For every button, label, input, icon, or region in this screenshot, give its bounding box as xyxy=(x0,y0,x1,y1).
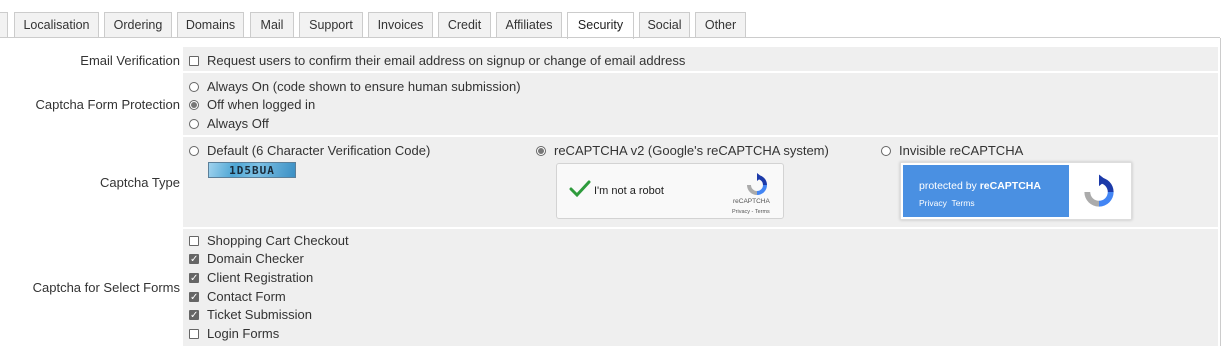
form-option-label: Client Registration xyxy=(207,270,314,285)
email-verification-label: Email Verification xyxy=(80,53,180,68)
form-option-label: Ticket Submission xyxy=(207,307,312,322)
captcha-type-option-invisible[interactable]: Invisible reCAPTCHA xyxy=(881,142,1023,160)
form-option-ticket-submission[interactable]: Ticket Submission xyxy=(189,306,312,325)
tab-support[interactable]: Support xyxy=(299,12,363,37)
invisible-badge-text-area: protected by reCAPTCHA Privacy Terms xyxy=(903,165,1069,217)
form-checkbox-ticket-submission[interactable] xyxy=(189,307,199,325)
captcha-type-radio-recaptcha-v2[interactable] xyxy=(536,146,546,156)
invisible-brand: reCAPTCHA xyxy=(979,180,1041,192)
captcha-type-radio-invisible[interactable] xyxy=(881,146,891,156)
protection-option-always-off[interactable]: Always Off xyxy=(189,115,269,133)
form-option-label: Contact Form xyxy=(207,289,286,304)
invisible-links: Privacy Terms xyxy=(919,198,975,208)
protection-radio-always-on[interactable] xyxy=(189,82,199,92)
form-option-contact-form[interactable]: Contact Form xyxy=(189,288,286,307)
protection-option-label: Off when logged in xyxy=(207,97,316,112)
captcha-type-radio-default[interactable] xyxy=(189,146,199,156)
email-verification-option[interactable]: Request users to confirm their email add… xyxy=(189,52,685,70)
form-checkbox-contact-form[interactable] xyxy=(189,289,199,307)
email-verification-text: Request users to confirm their email add… xyxy=(207,53,686,68)
invisible-recaptcha-badge[interactable]: protected by reCAPTCHA Privacy Terms xyxy=(900,162,1132,220)
tab-domains[interactable]: Domains xyxy=(177,12,244,37)
email-verification-checkbox[interactable] xyxy=(189,56,199,66)
tab-ordering[interactable]: Ordering xyxy=(104,12,172,37)
captcha-select-forms-row: Captcha for Select Forms Shopping Cart C… xyxy=(0,229,1218,346)
protection-radio-off-logged-in[interactable] xyxy=(189,100,199,110)
settings-tabs: Localisation Ordering Domains Mail Suppo… xyxy=(0,12,1228,39)
tab-affiliates[interactable]: Affiliates xyxy=(496,12,562,37)
form-option-login-forms[interactable]: Login Forms xyxy=(189,325,279,343)
tab-previous-partial[interactable] xyxy=(0,12,8,37)
recaptcha-v2-brand: reCAPTCHA xyxy=(733,198,770,205)
form-checkbox-shopping-cart[interactable] xyxy=(189,236,199,246)
green-checkmark-icon xyxy=(569,180,591,198)
form-option-label: Login Forms xyxy=(207,326,280,341)
captcha-type-label: Captcha Type xyxy=(100,175,180,190)
form-option-shopping-cart[interactable]: Shopping Cart Checkout xyxy=(189,232,349,250)
tab-localisation[interactable]: Localisation xyxy=(14,12,99,37)
form-checkbox-domain-checker[interactable] xyxy=(189,251,199,269)
captcha-type-option-recaptcha-v2[interactable]: reCAPTCHA v2 (Google's reCAPTCHA system) xyxy=(536,142,829,160)
captcha-type-option-label: Default (6 Character Verification Code) xyxy=(207,143,431,158)
captcha-type-option-label: reCAPTCHA v2 (Google's reCAPTCHA system) xyxy=(554,143,829,158)
tab-mail[interactable]: Mail xyxy=(250,12,294,37)
tab-credit[interactable]: Credit xyxy=(438,12,491,37)
form-option-label: Shopping Cart Checkout xyxy=(207,233,349,248)
captcha-select-forms-label: Captcha for Select Forms xyxy=(32,280,180,295)
recaptcha-logo-icon xyxy=(1084,174,1114,207)
form-option-label: Domain Checker xyxy=(207,251,304,266)
captcha-sample-code: 1D5BUA xyxy=(229,164,275,177)
captcha-form-protection-row: Captcha Form Protection Always On (code … xyxy=(0,73,1218,135)
protection-option-label: Always On (code shown to ensure human su… xyxy=(207,79,521,94)
tab-other[interactable]: Other xyxy=(695,12,746,37)
protection-option-always-on[interactable]: Always On (code shown to ensure human su… xyxy=(189,78,521,96)
tab-invoices[interactable]: Invoices xyxy=(368,12,433,37)
form-option-client-registration[interactable]: Client Registration xyxy=(189,269,314,288)
protection-radio-always-off[interactable] xyxy=(189,119,199,129)
form-checkbox-login-forms[interactable] xyxy=(189,329,199,339)
invisible-protected-line: protected by reCAPTCHA xyxy=(919,180,1041,192)
captcha-form-protection-label: Captcha Form Protection xyxy=(35,97,180,112)
captcha-type-row: Captcha Type Default (6 Character Verifi… xyxy=(0,137,1218,227)
invisible-terms-link[interactable]: Terms xyxy=(951,198,974,208)
captcha-sample-image: 1D5BUA xyxy=(208,162,296,178)
recaptcha-logo-icon xyxy=(747,173,767,195)
form-checkbox-client-registration[interactable] xyxy=(189,270,199,288)
recaptcha-not-robot-text: I'm not a robot xyxy=(594,185,664,197)
recaptcha-v2-links[interactable]: Privacy - Terms xyxy=(732,209,770,215)
form-option-domain-checker[interactable]: Domain Checker xyxy=(189,250,304,269)
protection-option-off-logged-in[interactable]: Off when logged in xyxy=(189,96,315,114)
invisible-privacy-link[interactable]: Privacy xyxy=(919,198,947,208)
protection-option-label: Always Off xyxy=(207,116,269,131)
captcha-type-option-label: Invisible reCAPTCHA xyxy=(899,143,1024,158)
security-settings-panel: Email Verification Request users to conf… xyxy=(0,38,1221,346)
tab-security[interactable]: Security xyxy=(567,12,634,39)
recaptcha-v2-widget[interactable]: I'm not a robot reCAPTCHA Privacy - Term… xyxy=(556,163,784,219)
email-verification-row: Email Verification Request users to conf… xyxy=(0,47,1218,71)
captcha-type-option-default[interactable]: Default (6 Character Verification Code) xyxy=(189,142,430,160)
tab-social[interactable]: Social xyxy=(639,12,690,37)
